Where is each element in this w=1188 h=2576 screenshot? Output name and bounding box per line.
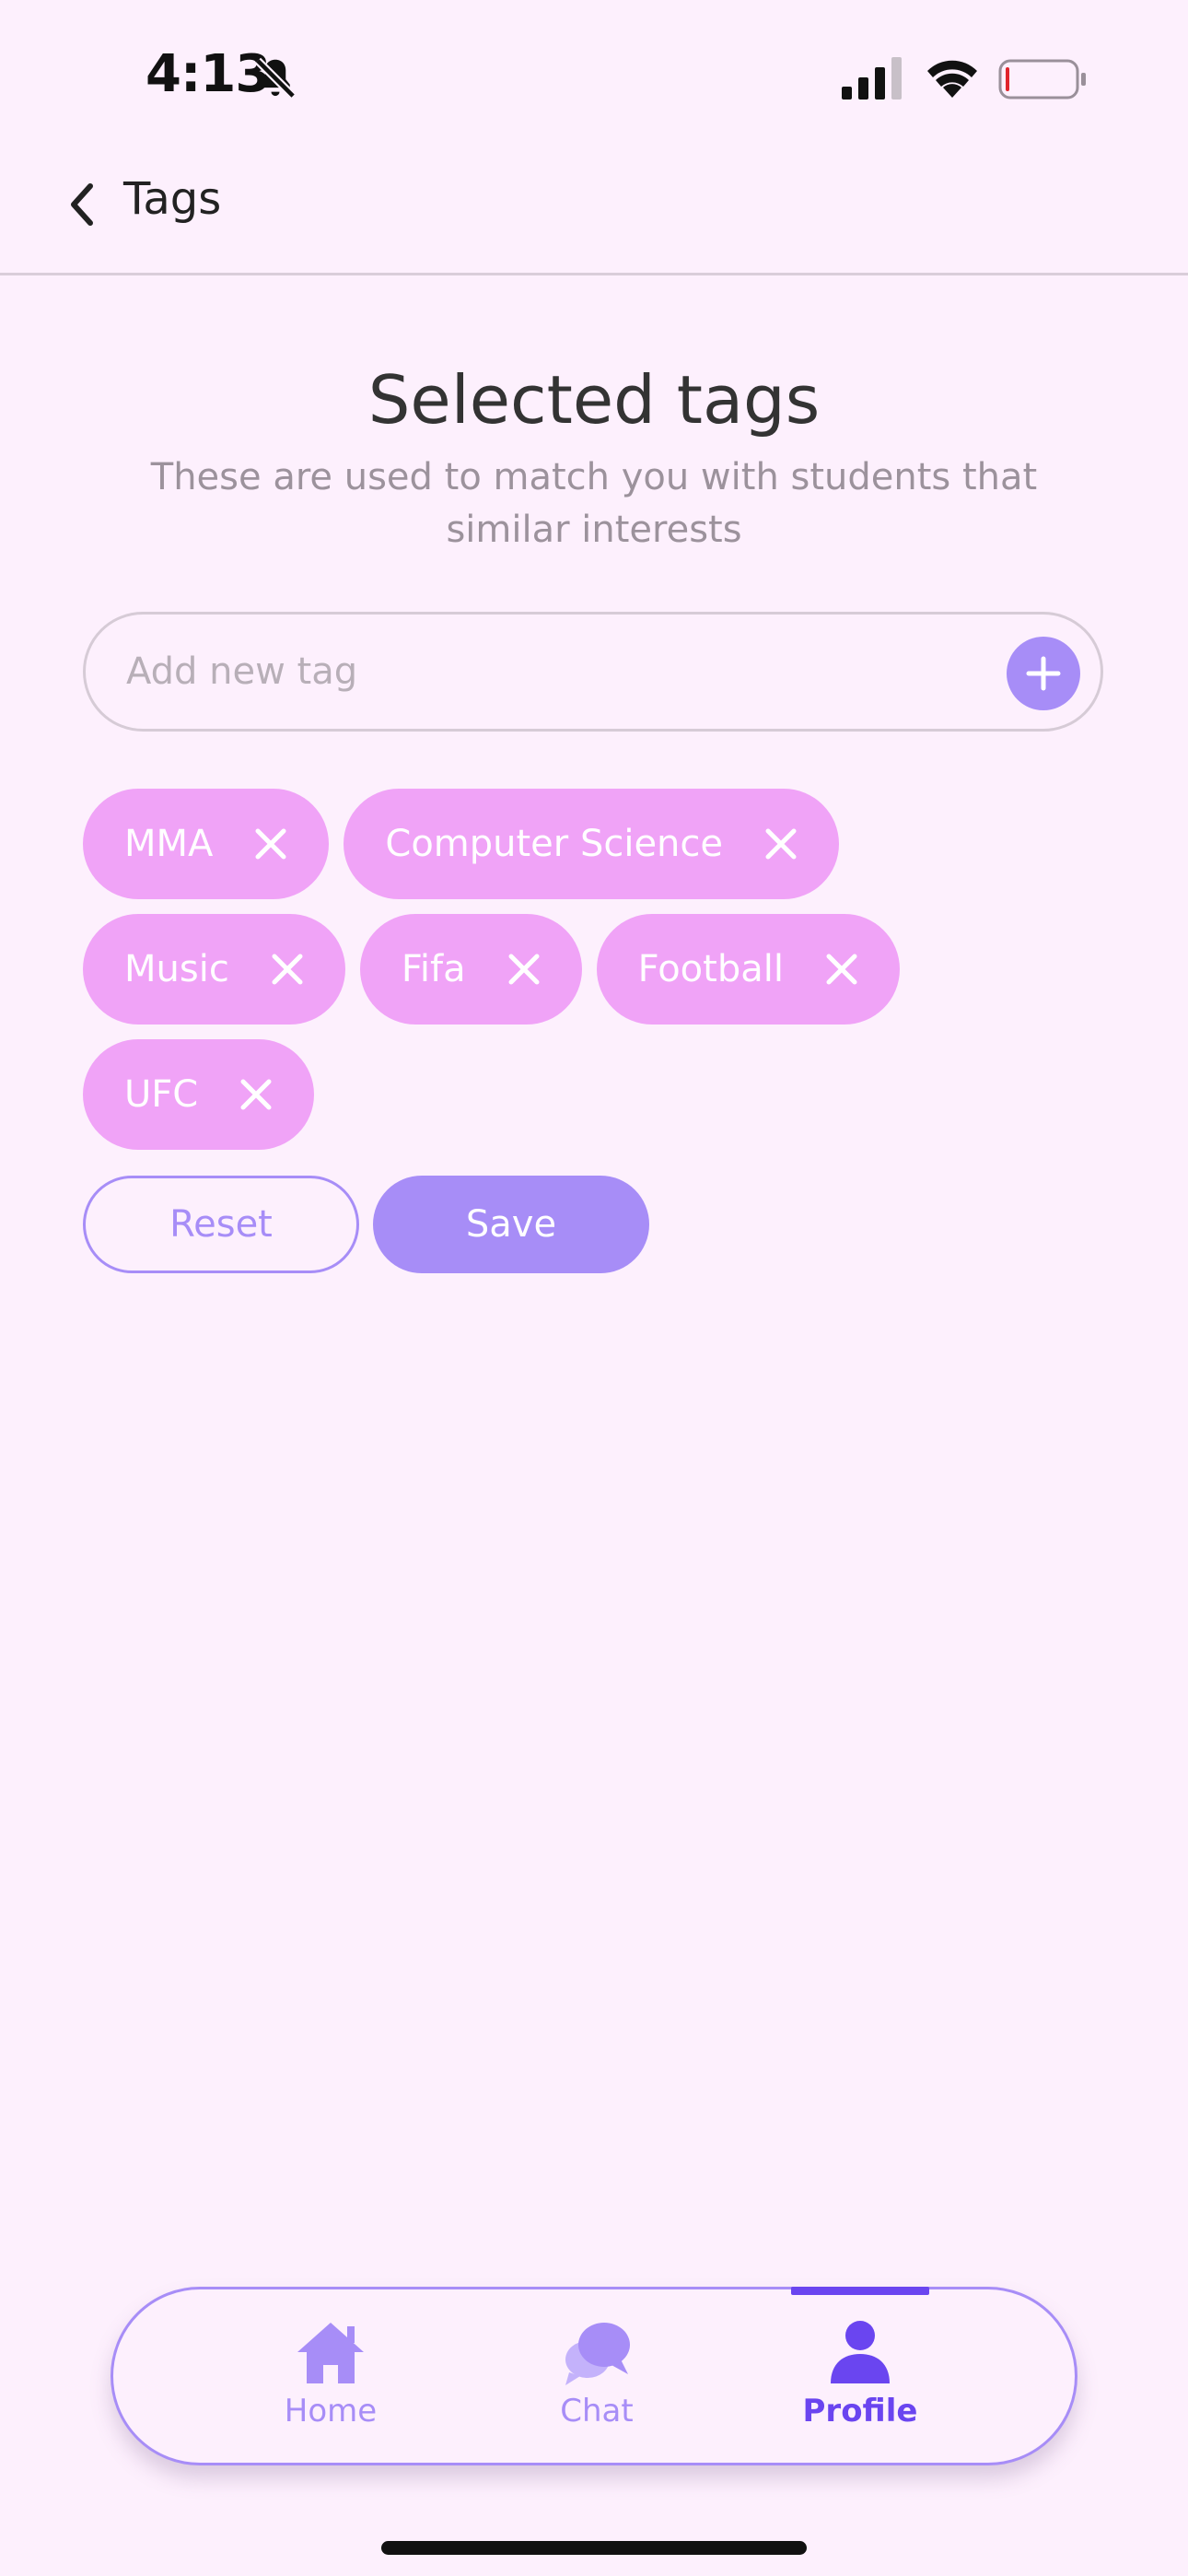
chat-icon bbox=[565, 2323, 630, 2385]
remove-tag-icon[interactable] bbox=[507, 952, 542, 987]
remove-tag-icon[interactable] bbox=[270, 952, 305, 987]
plus-icon bbox=[1026, 656, 1061, 691]
battery-icon bbox=[998, 59, 1086, 100]
tag-label: Music bbox=[124, 948, 229, 990]
reset-button[interactable]: Reset bbox=[83, 1176, 359, 1273]
page-subtitle: These are used to match you with student… bbox=[150, 456, 1038, 551]
remove-tag-icon[interactable] bbox=[824, 952, 859, 987]
nav-item-home[interactable]: Home bbox=[248, 2317, 413, 2446]
header-divider bbox=[0, 273, 1188, 275]
profile-icon bbox=[831, 2321, 890, 2383]
chevron-left-icon[interactable] bbox=[64, 181, 101, 228]
tag-label: MMA bbox=[124, 823, 214, 865]
tag-input-container bbox=[83, 612, 1103, 732]
nav-label-chat: Chat bbox=[560, 2393, 634, 2430]
remove-tag-icon[interactable] bbox=[763, 826, 798, 861]
wifi-icon bbox=[927, 60, 977, 98]
tag-label: Football bbox=[637, 948, 784, 990]
tag-chip: Football bbox=[596, 914, 900, 1025]
tag-chip: UFC bbox=[83, 1039, 315, 1150]
remove-tag-icon[interactable] bbox=[239, 1077, 274, 1112]
tag-label: Fifa bbox=[401, 948, 466, 990]
tag-chip: Music bbox=[83, 914, 345, 1025]
tag-label: Computer Science bbox=[385, 823, 724, 865]
tag-chip: Fifa bbox=[359, 914, 582, 1025]
add-tag-input[interactable] bbox=[126, 615, 955, 729]
nav-item-chat[interactable]: Chat bbox=[514, 2317, 680, 2446]
tag-label: UFC bbox=[124, 1073, 199, 1116]
bottom-nav: Home Chat Profile bbox=[111, 2287, 1077, 2465]
page-title: Selected tags bbox=[367, 361, 821, 439]
header-title: Tags bbox=[123, 173, 222, 225]
save-button[interactable]: Save bbox=[373, 1176, 649, 1273]
nav-item-profile[interactable]: Profile bbox=[777, 2317, 943, 2446]
home-indicator bbox=[381, 2541, 807, 2555]
selected-tags-list: MMA Computer Science Music Fifa Football… bbox=[83, 789, 1105, 1165]
nav-label-home: Home bbox=[284, 2393, 378, 2430]
tag-row: MMA Computer Science bbox=[83, 789, 1105, 899]
tag-row: Music Fifa Football bbox=[83, 914, 1105, 1025]
remove-tag-icon[interactable] bbox=[253, 826, 288, 861]
add-tag-button[interactable] bbox=[1007, 637, 1080, 710]
tag-chip: MMA bbox=[83, 789, 330, 899]
active-tab-indicator bbox=[791, 2287, 929, 2295]
tags-screen: 4:13 Tags Selected tags These are used t… bbox=[0, 0, 1188, 2576]
tag-chip: Computer Science bbox=[344, 789, 840, 899]
home-icon bbox=[297, 2323, 364, 2383]
nav-label-profile: Profile bbox=[802, 2393, 918, 2430]
bell-slash-icon bbox=[254, 57, 297, 100]
cellular-signal-icon bbox=[842, 57, 902, 100]
tag-row: UFC bbox=[83, 1039, 1105, 1150]
